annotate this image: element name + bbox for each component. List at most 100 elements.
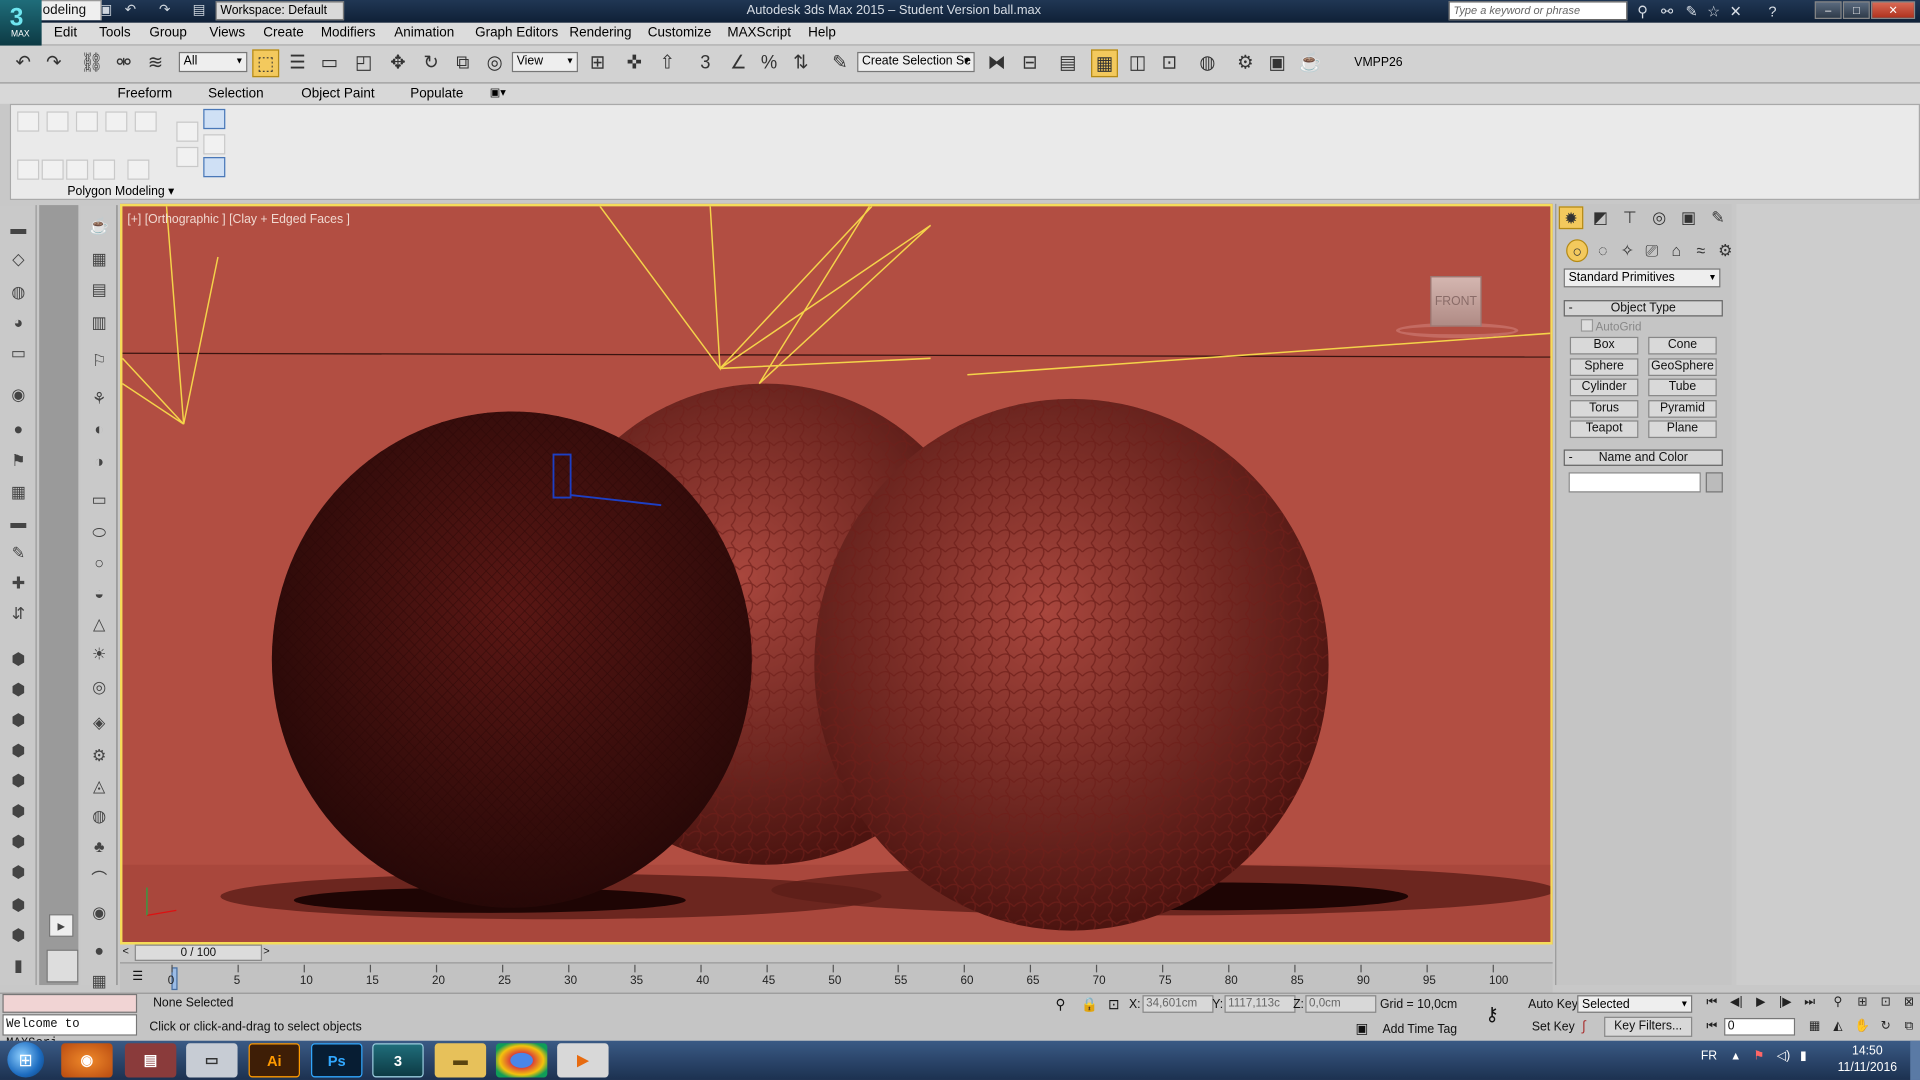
create-tool-icon[interactable]: ⚐ bbox=[87, 349, 111, 372]
explorer-window-icon[interactable]: ▭ bbox=[186, 1043, 238, 1078]
maximize-viewport-icon[interactable]: ⧉ bbox=[1899, 1019, 1919, 1037]
binoculars-icon[interactable]: ⚲ bbox=[1633, 3, 1651, 21]
left-tool-icon[interactable]: ▬ bbox=[6, 218, 30, 241]
primitive-type-dropdown[interactable]: Standard Primitives bbox=[1563, 268, 1721, 288]
layer-explorer-icon[interactable]: ▤ bbox=[1054, 49, 1081, 77]
create-tool-icon[interactable]: ◒ bbox=[87, 582, 111, 605]
tube-button[interactable]: Tube bbox=[1648, 378, 1717, 397]
object-type-rollout[interactable]: - Object Type bbox=[1563, 300, 1723, 317]
redo-icon[interactable]: ↷ bbox=[157, 3, 173, 18]
network-icon[interactable]: ▮ bbox=[1800, 1050, 1807, 1064]
left-tool-icon[interactable]: ⬢ bbox=[6, 894, 30, 917]
create-tool-icon[interactable]: ○ bbox=[87, 552, 111, 575]
zoom-all-icon[interactable]: ⊞ bbox=[1853, 995, 1873, 1013]
app-icon[interactable]: ▤ bbox=[124, 1043, 177, 1078]
object-color-swatch[interactable] bbox=[1705, 472, 1723, 493]
modify-panel-icon[interactable]: ◩ bbox=[1588, 206, 1612, 229]
window-crossing-icon[interactable]: ◰ bbox=[350, 49, 377, 77]
edit-named-selection-icon[interactable]: ✎ bbox=[827, 49, 854, 77]
play-icon[interactable]: ▶ bbox=[1751, 995, 1771, 1013]
angle-snap-icon[interactable]: ∠ bbox=[725, 49, 752, 77]
pivot-center-icon[interactable]: ⊞ bbox=[584, 49, 611, 77]
polygon-modeling-panel-toggle[interactable]: Polygon Modeling ▾ bbox=[67, 185, 174, 199]
left-tool-icon[interactable]: ⬢ bbox=[6, 770, 30, 793]
create-tool-icon[interactable]: ⬭ bbox=[87, 522, 111, 545]
maximize-button[interactable]: □ bbox=[1842, 1, 1870, 19]
left-tool-icon[interactable]: ▮ bbox=[6, 955, 30, 978]
create-tool-icon[interactable]: ◑ bbox=[87, 451, 111, 474]
previous-frame-icon[interactable]: ◀| bbox=[1727, 995, 1747, 1013]
ribbon-tool-icon[interactable] bbox=[75, 111, 98, 132]
ribbon-tool-icon[interactable] bbox=[176, 146, 199, 168]
next-frame-icon[interactable]: |▶ bbox=[1776, 995, 1796, 1013]
left-tool-icon[interactable]: ⬢ bbox=[6, 709, 30, 732]
create-tool-icon[interactable]: ● bbox=[87, 939, 111, 962]
orbit-icon[interactable]: ↻ bbox=[1876, 1019, 1896, 1037]
ribbon-tool-icon[interactable] bbox=[134, 111, 157, 132]
left-tool-icon[interactable]: ⚑ bbox=[6, 449, 30, 472]
pan-view-icon[interactable]: ✋ bbox=[1853, 1019, 1873, 1037]
named-selection-dropdown[interactable]: Create Selection Se bbox=[857, 51, 975, 73]
menu-help[interactable]: Help bbox=[808, 25, 836, 40]
create-tool-icon[interactable]: ▭ bbox=[87, 489, 111, 512]
left-tool-icon[interactable]: ⬢ bbox=[6, 800, 30, 823]
ribbon-tool-icon[interactable] bbox=[93, 159, 116, 180]
lock-selection-icon[interactable]: 🔒 bbox=[1081, 996, 1098, 1013]
time-tag-icon[interactable]: ▣ bbox=[1356, 1020, 1369, 1037]
create-tool-icon[interactable]: ◬ bbox=[87, 775, 111, 798]
action-center-icon[interactable]: ⚑ bbox=[1753, 1050, 1764, 1064]
redo-icon[interactable]: ↷ bbox=[40, 49, 67, 77]
add-time-tag[interactable]: Add Time Tag bbox=[1382, 1023, 1457, 1037]
ribbon-tool-icon[interactable] bbox=[203, 108, 226, 130]
ribbon-tool-icon[interactable] bbox=[46, 111, 69, 132]
mini-curve-editor-icon[interactable]: ☰ bbox=[132, 970, 143, 984]
hierarchy-panel-icon[interactable]: ⊤ bbox=[1618, 206, 1642, 229]
select-object-icon[interactable]: ⬚ bbox=[252, 49, 280, 78]
snaps-toggle-icon[interactable]: 3 bbox=[692, 49, 719, 77]
key-icon[interactable]: ⚷ bbox=[1485, 1003, 1498, 1026]
show-desktop-button[interactable] bbox=[1910, 1040, 1920, 1080]
shapes-icon[interactable]: ◌ bbox=[1591, 239, 1615, 262]
tab-freeform[interactable]: Freeform bbox=[118, 86, 173, 101]
sphere-button[interactable]: Sphere bbox=[1569, 358, 1639, 377]
prev-frame-icon[interactable]: < bbox=[122, 945, 128, 958]
field-of-view-icon[interactable]: ◭ bbox=[1828, 1019, 1848, 1037]
start-button-icon[interactable]: ⊞ bbox=[7, 1042, 45, 1078]
volume-icon[interactable]: ◁) bbox=[1777, 1050, 1791, 1064]
media-player-icon[interactable]: ▶ bbox=[557, 1043, 609, 1078]
plane-button[interactable]: Plane bbox=[1648, 420, 1717, 439]
undo-icon[interactable]: ↶ bbox=[122, 3, 138, 18]
left-tool-icon[interactable]: ✎ bbox=[6, 542, 30, 565]
x-coordinate-field[interactable]: 34,601cm bbox=[1142, 995, 1214, 1013]
keyboard-shortcut-override-icon[interactable]: ⇧ bbox=[654, 49, 681, 77]
create-tool-icon[interactable]: ♣ bbox=[87, 836, 111, 859]
plugin-button[interactable]: VMPP26 bbox=[1354, 56, 1402, 70]
help-icon[interactable]: ? bbox=[1763, 3, 1781, 21]
left-tool-icon[interactable]: ◍ bbox=[6, 281, 30, 304]
expand-arrow-icon[interactable]: ▶ bbox=[48, 914, 74, 937]
left-tool-icon[interactable]: ⬢ bbox=[6, 924, 30, 947]
key-mode-toggle-icon[interactable]: ⏮ bbox=[1702, 1019, 1722, 1037]
mirror-icon[interactable]: ⧓ bbox=[983, 49, 1010, 77]
left-tool-icon[interactable]: ▬ bbox=[6, 512, 30, 535]
pyramid-button[interactable]: Pyramid bbox=[1648, 400, 1717, 418]
app-menu-button[interactable]: 3 MAX bbox=[0, 0, 42, 46]
ribbon-tool-icon[interactable] bbox=[203, 156, 226, 178]
set-key-button[interactable]: Set Key bbox=[1532, 1020, 1575, 1034]
current-frame-field[interactable]: 0 bbox=[1724, 1017, 1796, 1036]
left-tool-icon[interactable]: ◉ bbox=[6, 384, 30, 407]
move-icon[interactable]: ✥ bbox=[384, 49, 411, 77]
left-tool-icon[interactable]: ▭ bbox=[6, 342, 30, 365]
left-tool-icon[interactable]: ⬢ bbox=[6, 739, 30, 762]
align-icon[interactable]: ⊟ bbox=[1016, 49, 1043, 77]
spinner-snap-icon[interactable]: ⇅ bbox=[787, 49, 814, 77]
left-tool-icon[interactable]: ⬢ bbox=[6, 831, 30, 854]
minimize-button[interactable]: – bbox=[1814, 1, 1842, 19]
unlink-selection-icon[interactable]: ⚮ bbox=[110, 49, 137, 77]
tab-selection[interactable]: Selection bbox=[208, 86, 263, 101]
next-frame-icon[interactable]: > bbox=[263, 945, 269, 958]
create-tool-icon[interactable]: ◎ bbox=[87, 676, 111, 699]
place-icon[interactable]: ◎ bbox=[481, 49, 508, 77]
display-panel-icon[interactable]: ▣ bbox=[1676, 206, 1700, 229]
subscription-icon[interactable]: ✎ bbox=[1682, 3, 1700, 21]
